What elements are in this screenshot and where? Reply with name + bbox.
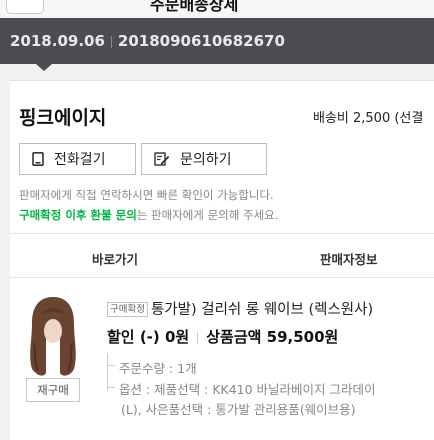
page-title: 주문배송상세 <box>150 0 239 14</box>
order-number: 2018090610682670 <box>117 32 285 50</box>
discount-amount: 할인 (-) 0원 <box>107 328 190 346</box>
option-detail-continued: (L), 사은품선택 : 통가발 관리용품(웨이브용) <box>121 402 356 417</box>
call-button[interactable]: 전화걸기 <box>19 143 136 175</box>
seller-name: 핑크에이지 <box>19 107 107 129</box>
divider <box>197 331 199 344</box>
status-badge: 구매확정 <box>107 302 148 317</box>
refund-notice-highlight: 구매확정 이후 환불 문의 <box>19 208 137 222</box>
contact-notice: 판매자에게 직접 연락하시면 빠른 확인이 가능합니다. <box>19 188 274 202</box>
order-date: 2018.09.06 <box>10 32 105 50</box>
product-title-row[interactable]: 구매확정 통가발) 걸리쉬 롱 웨이브 (렉스원사) <box>107 298 373 319</box>
product-image[interactable] <box>24 293 82 379</box>
refund-notice-text: 는 판매자에게 문의해 주세요. <box>136 208 279 222</box>
edit-note-icon <box>154 152 170 166</box>
inquiry-label: 문의하기 <box>180 152 232 168</box>
refund-notice: 구매확정 이후 환불 문의는 판매자에게 문의해 주세요. <box>19 207 278 223</box>
divider <box>110 35 112 48</box>
option-detail: 옵션 : 제품선택 : KK410 바닐라베이지 그라데이 <box>107 379 376 398</box>
shipping-fee: 배송비 2,500 (선결 <box>313 111 424 126</box>
product-title: 통가발) 걸리쉬 롱 웨이브 (렉스원사) <box>150 302 374 318</box>
order-quantity: 주문수량 : 1개 <box>107 358 197 377</box>
order-quantity-text: 주문수량 : 1개 <box>119 361 197 376</box>
rebuy-button[interactable]: 재구매 <box>26 378 80 402</box>
top-bar: 주문배송상세 <box>0 0 434 18</box>
order-bar-pointer <box>36 64 52 71</box>
option-detail-text: 옵션 : 제품선택 : KK410 바닐라베이지 그라데이 <box>119 382 376 397</box>
inquiry-button[interactable]: 문의하기 <box>141 143 267 175</box>
order-info: 2018.09.06 2018090610682670 <box>10 32 285 50</box>
call-label: 전화걸기 <box>54 152 106 168</box>
order-info-bar: 2018.09.06 2018090610682670 <box>0 18 434 64</box>
product-amount: 상품금액 59,500원 <box>206 328 339 346</box>
seller-order-card: 핑크에이지 배송비 2,500 (선결 전화걸기 문의하기 판매자에게 직접 연… <box>10 80 434 440</box>
shortcut-link[interactable]: 바로가기 <box>92 249 138 268</box>
seller-info-link[interactable]: 판매자정보 <box>320 249 378 268</box>
phone-icon <box>32 152 44 166</box>
seller-links: 바로가기 판매자정보 <box>10 233 434 278</box>
price-row: 할인 (-) 0원 상품금액 59,500원 <box>107 326 338 347</box>
back-button[interactable] <box>6 0 44 14</box>
